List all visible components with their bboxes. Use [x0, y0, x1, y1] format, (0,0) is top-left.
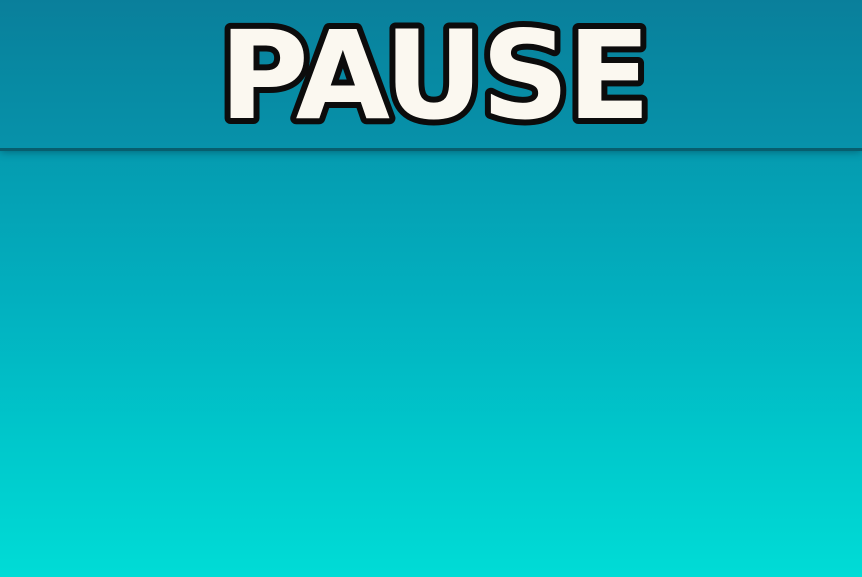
pause-title-graphic: PAUSE PAUSE	[213, 0, 656, 148]
pause-header-bar: PAUSE PAUSE	[0, 0, 862, 151]
pause-content-area	[0, 152, 862, 577]
pause-screen: PAUSE PAUSE	[0, 0, 862, 577]
pause-title: PAUSE	[219, 5, 648, 147]
